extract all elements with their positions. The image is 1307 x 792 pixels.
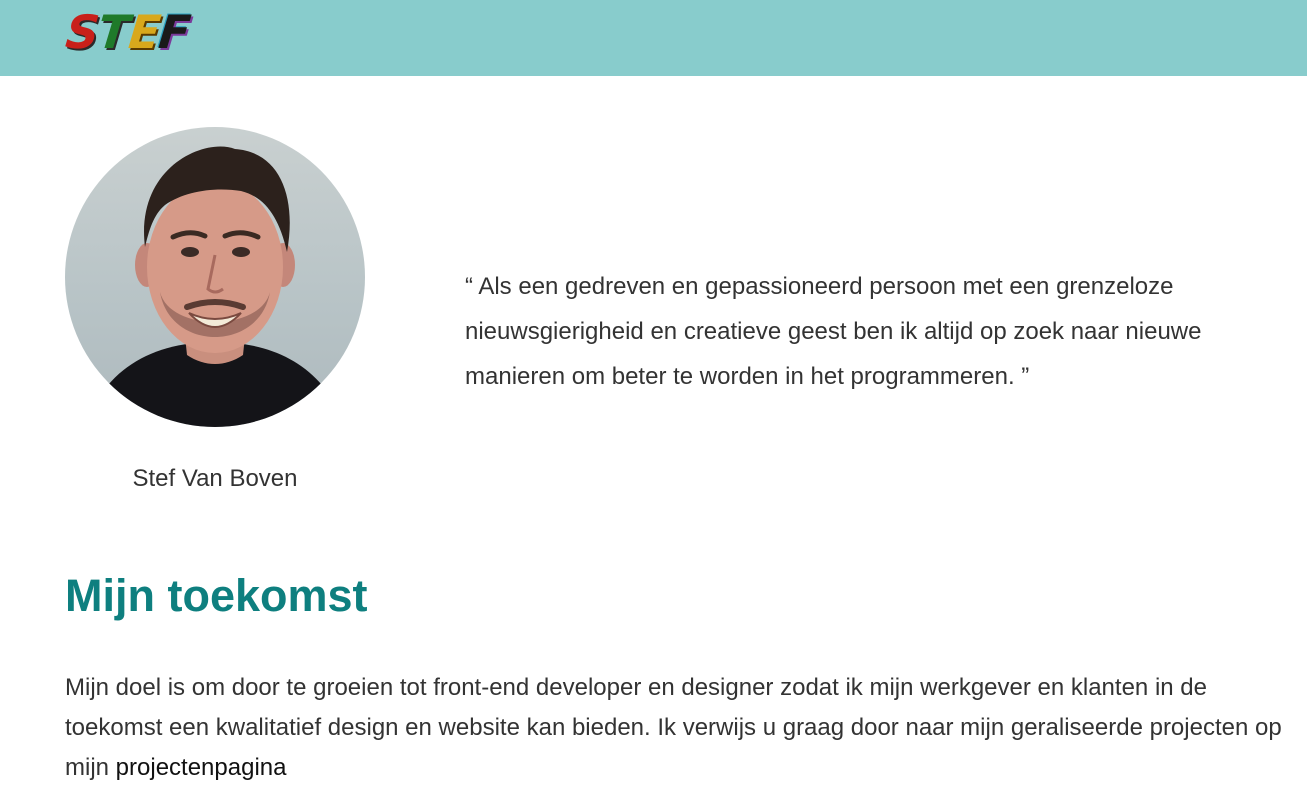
logo-letter-f: F xyxy=(156,5,193,59)
logo-letter-s: S xyxy=(63,5,101,59)
profile-quote: “ Als een gedreven en gepassioneerd pers… xyxy=(465,273,1202,390)
site-header: S T E F xyxy=(0,0,1307,76)
future-paragraph: Mijn doel is om door te groeien tot fron… xyxy=(65,668,1290,788)
profile-photo xyxy=(65,127,365,427)
profile-name: Stef Van Boven xyxy=(132,465,298,492)
projects-page-link[interactable]: projectenpagina xyxy=(116,754,287,781)
logo-letter-t: T xyxy=(95,5,132,59)
site-logo[interactable]: S T E F xyxy=(63,5,193,59)
section-heading-future: Mijn toekomst xyxy=(65,570,368,621)
